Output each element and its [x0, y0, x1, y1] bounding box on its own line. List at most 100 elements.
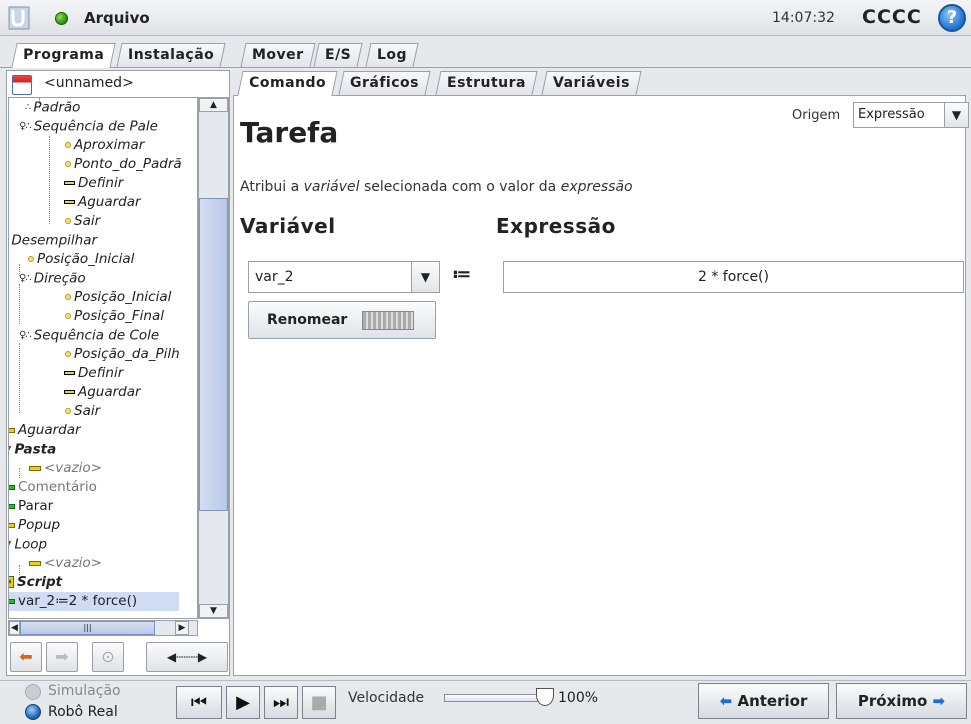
tab-label: Log — [377, 47, 408, 63]
assignment-icon — [9, 598, 15, 604]
set-icon — [64, 371, 75, 375]
tree-node-label: <vazio> — [44, 555, 102, 571]
tree-node[interactable]: ∴ Padrão — [25, 98, 80, 117]
tree-node[interactable]: <vazio> — [29, 554, 102, 573]
waypoint-icon — [65, 218, 71, 224]
empty-icon — [29, 560, 41, 566]
skip-back-icon[interactable]: ⏮ — [176, 686, 222, 719]
tree-node[interactable]: Sair — [65, 402, 100, 421]
tree-node[interactable]: ♀∴ Direção — [19, 269, 86, 288]
expression-field[interactable]: 2 * force() — [503, 261, 964, 293]
h-scroll-thumb[interactable]: ||| — [20, 621, 155, 635]
tab-es[interactable]: E/S — [313, 43, 363, 67]
scroll-down-icon[interactable]: ▼ — [199, 604, 228, 618]
tree-node[interactable]: Comentário — [9, 478, 97, 497]
waypoint-icon — [65, 408, 71, 414]
expression-heading: Expressão — [496, 214, 616, 238]
tree-node[interactable]: Definir — [64, 364, 123, 383]
tree-node[interactable]: ♀∴ Sequência de Pale — [19, 117, 158, 136]
wait-icon — [64, 390, 75, 394]
tree-node[interactable]: Posição_da_Pilh — [65, 345, 180, 364]
tab-label: Programa — [23, 47, 105, 63]
drag-icon[interactable]: ◀┄┄┄▶ — [146, 642, 228, 672]
folder-icon: ▼ — [9, 440, 11, 459]
tree-node[interactable]: Posição_Final — [65, 307, 164, 326]
tree-node[interactable]: ▼Loop — [9, 535, 47, 554]
tree-node-label: Script — [17, 574, 63, 590]
comment-icon — [9, 484, 15, 490]
tab-label: Comando — [249, 75, 327, 91]
step-forward-icon[interactable]: ⏭ — [264, 686, 298, 719]
previous-button[interactable]: ⬅ Anterior — [698, 683, 829, 719]
waypoint-icon — [65, 161, 71, 167]
tab-label: Estrutura — [447, 75, 526, 91]
help-icon[interactable]: ? — [938, 4, 966, 32]
tree-node[interactable]: Posição_Inicial — [65, 288, 171, 307]
tree-node[interactable]: Posição_Inicial — [28, 250, 134, 269]
speed-slider[interactable] — [444, 694, 544, 702]
scroll-left-icon[interactable]: ◀ — [9, 621, 20, 635]
scroll-thumb[interactable] — [199, 198, 228, 511]
next-label: Próximo — [857, 692, 928, 710]
stop-icon[interactable]: ■ — [302, 686, 336, 719]
tree-node[interactable]: Popup — [9, 516, 60, 535]
tree-node-label: Aproximar — [74, 137, 145, 153]
waypoint-icon — [65, 313, 71, 319]
tree-node-label: Pasta — [14, 441, 57, 458]
tree-node[interactable]: Definir — [64, 174, 123, 193]
origin-select[interactable]: Expressão ▼ — [853, 102, 969, 128]
desc-text: selecionada com o valor da — [359, 179, 561, 195]
tab-instalacao[interactable]: Instalação — [116, 43, 226, 67]
scroll-up-icon[interactable]: ▲ — [199, 98, 228, 112]
program-tree[interactable]: ∴ Padrão ♀∴ Sequência de Pale Aproximar Po… — [8, 97, 198, 619]
tree-node-label: Sequência de Cole — [33, 327, 160, 344]
tree-node[interactable]: Aguardar — [64, 193, 141, 212]
tree-node[interactable]: ≡Script — [9, 573, 63, 592]
chevron-down-icon: ▼ — [411, 262, 439, 292]
variable-heading: Variável — [240, 214, 336, 238]
undo-icon[interactable]: ⬅ — [10, 642, 42, 672]
redo-icon[interactable]: ➡ — [46, 642, 78, 672]
scroll-right-icon[interactable]: ▶ — [175, 621, 189, 635]
next-button[interactable]: Próximo ➡ — [836, 683, 967, 719]
tab-estrutura[interactable]: Estrutura — [435, 71, 538, 95]
tree-node[interactable]: Ponto_do_Padrã — [65, 155, 182, 174]
tab-variaveis[interactable]: Variáveis — [541, 71, 642, 95]
tree-node[interactable]: ♀∴ Sequência de Cole — [19, 326, 159, 345]
tab-log[interactable]: Log — [365, 43, 419, 67]
wait-icon — [64, 200, 75, 204]
tree-node[interactable]: ∴Desempilhar — [9, 231, 97, 250]
simulation-radio[interactable] — [25, 684, 41, 700]
tab-graficos[interactable]: Gráficos — [338, 71, 431, 95]
waypoint-icon — [28, 256, 34, 262]
tree-node[interactable]: ▼Pasta — [9, 440, 57, 459]
step-icon[interactable]: ⊙ — [92, 642, 124, 672]
tab-programa[interactable]: Programa — [11, 43, 116, 68]
file-menu[interactable]: Arquivo — [84, 9, 150, 27]
tab-label: E/S — [325, 47, 352, 63]
tree-node-label: Definir — [78, 175, 124, 191]
variable-select[interactable]: var_2 ▼ — [248, 261, 440, 293]
tree-node[interactable]: Aproximar — [65, 136, 144, 155]
tree-node[interactable]: Sair — [65, 212, 100, 231]
tab-comando[interactable]: Comando — [237, 71, 338, 96]
tree-node-label: <vazio> — [44, 460, 102, 476]
waypoint-icon — [65, 294, 71, 300]
tree-node[interactable]: Aguardar — [9, 421, 81, 440]
tree-node-selected[interactable]: var_2≔2 * force() — [9, 592, 179, 611]
arrow-right-icon: ➡ — [932, 692, 946, 710]
tree-node[interactable]: <vazio> — [29, 459, 102, 478]
arrow-left-icon: ⬅ — [719, 692, 733, 710]
tab-mover[interactable]: Mover — [240, 43, 316, 67]
previous-label: Anterior — [737, 692, 808, 710]
sequence-icon: ♀∴ — [19, 330, 32, 341]
tree-node-label: Ponto_do_Padrã — [74, 156, 182, 172]
real-robot-radio[interactable] — [25, 704, 41, 720]
keyboard-icon — [362, 311, 414, 330]
tree-node-label: Aguardar — [18, 422, 81, 438]
empty-icon — [29, 465, 41, 471]
play-icon[interactable]: ▶ — [226, 686, 260, 719]
tree-node-label: Parar — [18, 498, 54, 514]
tree-node[interactable]: Parar — [9, 497, 54, 516]
tree-node[interactable]: Aguardar — [64, 383, 141, 402]
